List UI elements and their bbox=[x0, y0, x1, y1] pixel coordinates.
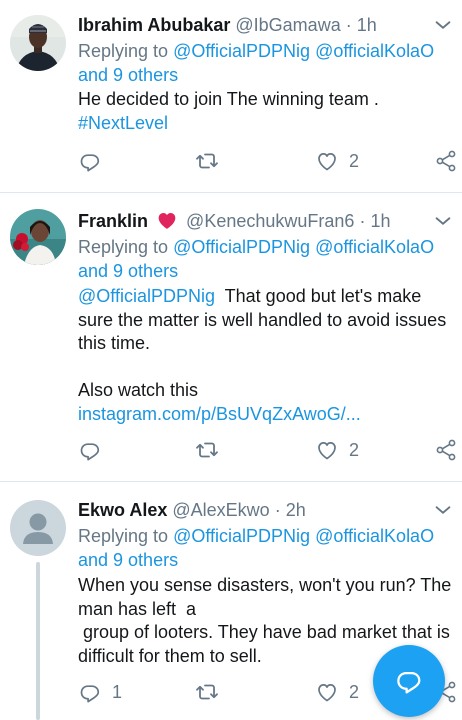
replying-to-label: Replying to bbox=[78, 526, 169, 546]
mention-link[interactable]: @officialKolaO bbox=[315, 526, 434, 546]
mention-link[interactable]: @OfficialPDPNig bbox=[78, 286, 215, 306]
share-button[interactable] bbox=[434, 146, 458, 176]
chevron-down-icon[interactable] bbox=[432, 208, 454, 234]
retweet-button[interactable] bbox=[195, 677, 219, 707]
mention-link[interactable]: @officialKolaO bbox=[315, 41, 434, 61]
tweet-text-line: man has left a bbox=[78, 598, 197, 619]
compose-reply-button[interactable] bbox=[373, 645, 445, 717]
share-icon bbox=[434, 438, 458, 462]
mention-link[interactable]: @OfficialPDPNig bbox=[173, 41, 310, 61]
chevron-down-icon[interactable] bbox=[432, 497, 454, 523]
like-count: 2 bbox=[349, 150, 360, 171]
tweet-text-line: When you sense disasters, won't you run?… bbox=[78, 575, 452, 595]
tweet-header: Ekwo Alex @AlexEkwo · 2h bbox=[78, 497, 454, 523]
thread-line bbox=[36, 562, 40, 720]
user-handle[interactable]: @AlexEkwo bbox=[172, 500, 269, 520]
retweet-button[interactable] bbox=[195, 146, 219, 176]
tweet-actions: 2 bbox=[78, 146, 462, 176]
tweet-text-line: group of looters. They have bad market t… bbox=[78, 622, 450, 642]
tweet-header: Ibrahim Abubakar @IbGamawa · 1h bbox=[78, 12, 454, 38]
mention-link[interactable]: @officialKolaO bbox=[315, 237, 434, 257]
reply-count: 1 bbox=[112, 681, 123, 702]
like-button[interactable]: 2 bbox=[315, 677, 359, 707]
retweet-icon bbox=[195, 149, 219, 173]
compose-reply-icon bbox=[397, 672, 421, 694]
like-button[interactable]: 2 bbox=[315, 435, 359, 465]
tweet-text-line: this time. bbox=[78, 333, 151, 353]
share-button[interactable] bbox=[434, 435, 458, 465]
mention-link[interactable]: @OfficialPDPNig bbox=[173, 526, 310, 546]
tweet-text-fragment: That good but let's make bbox=[214, 286, 422, 306]
timestamp[interactable]: 2h bbox=[286, 500, 306, 520]
external-link[interactable]: instagram.com/p/BsUVqZxAwoG/... bbox=[78, 403, 454, 427]
and-others-link[interactable]: and 9 others bbox=[78, 63, 454, 87]
replying-to: Replying to @OfficialPDPNig @officialKol… bbox=[78, 235, 454, 259]
default-avatar-icon bbox=[10, 500, 66, 556]
like-icon bbox=[315, 680, 339, 704]
display-name[interactable]: Ibrahim Abubakar bbox=[78, 15, 230, 35]
and-others-link[interactable]: and 9 others bbox=[78, 259, 454, 283]
reply-button[interactable] bbox=[78, 435, 112, 465]
timestamp[interactable]: 1h bbox=[357, 15, 377, 35]
replying-to: Replying to @OfficialPDPNig @officialKol… bbox=[78, 524, 454, 548]
tweet-header: Franklin @KenechukwuFran6 · 1h bbox=[78, 208, 454, 234]
reply-icon bbox=[78, 149, 102, 173]
tweet-text: @OfficialPDPNig That good but let's make… bbox=[78, 285, 454, 426]
replying-to-label: Replying to bbox=[78, 237, 169, 257]
reply-icon bbox=[78, 438, 102, 462]
tweet-text-line: Also watch this bbox=[78, 380, 199, 400]
separator-dot: · bbox=[359, 211, 366, 231]
replying-to-label: Replying to bbox=[78, 41, 169, 61]
tweet-text-line: sure the matter is well handled to avoid… bbox=[78, 309, 447, 330]
tweet-text: He decided to join The winning team . #N… bbox=[78, 88, 454, 135]
replying-to: Replying to @OfficialPDPNig @officialKol… bbox=[78, 39, 454, 63]
user-handle[interactable]: @IbGamawa bbox=[235, 15, 340, 35]
avatar[interactable] bbox=[10, 500, 66, 556]
share-icon bbox=[434, 149, 458, 173]
reply-icon bbox=[78, 680, 102, 704]
chevron-down-icon[interactable] bbox=[432, 12, 454, 38]
display-name[interactable]: Franklin bbox=[78, 211, 148, 231]
tweet-text-line: He decided to join The winning team . bbox=[78, 89, 379, 109]
like-icon bbox=[315, 149, 339, 173]
retweet-icon bbox=[195, 438, 219, 462]
retweet-button[interactable] bbox=[195, 435, 219, 465]
avatar[interactable] bbox=[10, 209, 66, 265]
timestamp[interactable]: 1h bbox=[370, 211, 390, 231]
reply-button[interactable] bbox=[78, 146, 112, 176]
like-count: 2 bbox=[349, 439, 360, 460]
separator-dot: · bbox=[345, 15, 352, 35]
display-name[interactable]: Ekwo Alex bbox=[78, 500, 167, 520]
separator-dot: · bbox=[274, 500, 281, 520]
user-handle[interactable]: @KenechukwuFran6 bbox=[186, 211, 354, 231]
reply-button[interactable]: 1 bbox=[78, 677, 122, 707]
retweet-icon bbox=[195, 680, 219, 704]
avatar[interactable] bbox=[10, 15, 66, 71]
like-count: 2 bbox=[349, 681, 360, 702]
tweet-text-line: @OfficialPDPNig That good but let's make bbox=[78, 285, 454, 309]
like-icon bbox=[315, 438, 339, 462]
red-heart-icon bbox=[158, 213, 176, 229]
tweet-1[interactable]: Ibrahim Abubakar @IbGamawa · 1h Replying… bbox=[0, 0, 462, 192]
tweet-2[interactable]: Franklin @KenechukwuFran6 · 1h Replying … bbox=[0, 193, 462, 481]
mention-link[interactable]: @OfficialPDPNig bbox=[173, 237, 310, 257]
tweet-actions: 2 bbox=[78, 435, 462, 465]
hashtag-link[interactable]: #NextLevel bbox=[78, 112, 454, 136]
like-button[interactable]: 2 bbox=[315, 146, 359, 176]
and-others-link[interactable]: and 9 others bbox=[78, 548, 454, 572]
